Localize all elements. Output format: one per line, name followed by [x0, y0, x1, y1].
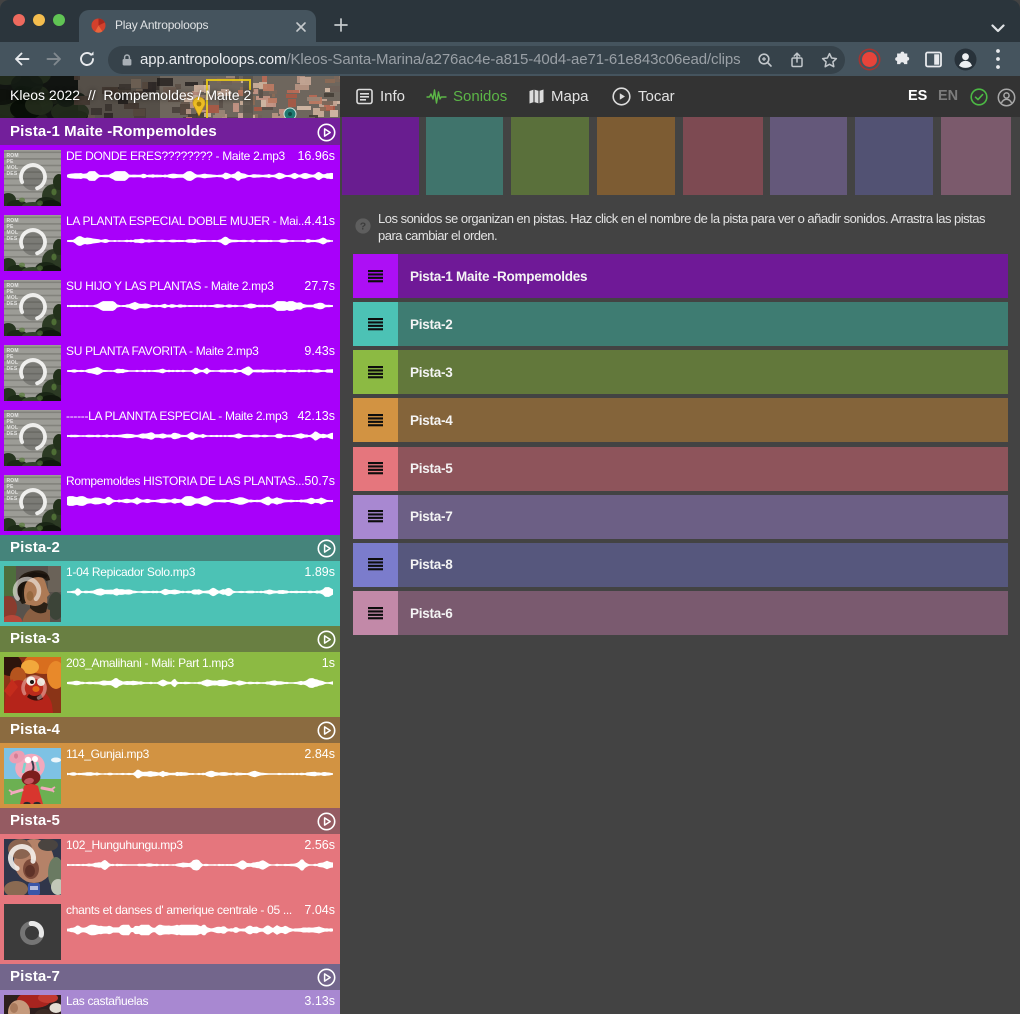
svg-text:DES: DES: [7, 366, 18, 372]
svg-text:DES: DES: [7, 171, 18, 177]
svg-text:DES: DES: [7, 431, 18, 437]
svg-text:DES: DES: [7, 236, 18, 242]
svg-text:?: ?: [360, 220, 366, 232]
svg-text:DES: DES: [7, 496, 18, 502]
svg-text:DES: DES: [7, 301, 18, 307]
